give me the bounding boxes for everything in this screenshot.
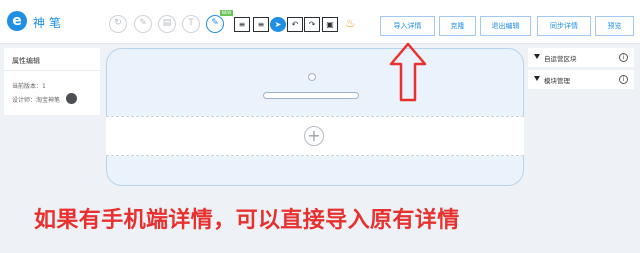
top-toolbar: e 神笔 ↻ ✎ ▤ T ✎ NEW ≡ ≡ ➤ ↶ ↷ ▣ ♨ 导入详情 克隆…: [0, 0, 640, 44]
clone-button[interactable]: 克隆: [439, 16, 476, 36]
phone-speaker: [263, 92, 359, 99]
import-details-button[interactable]: 导入详情: [380, 16, 435, 36]
preview-button[interactable]: 预览: [595, 16, 634, 36]
sync-details-button[interactable]: 同步详情: [537, 16, 591, 36]
layout-circle-icon[interactable]: ▤: [158, 15, 176, 33]
properties-panel: 属性编辑 当前版本：1 设计师：淘宝神笔: [4, 48, 100, 115]
annotation-caption: 如果有手机端详情，可以直接导入原有详情: [34, 208, 460, 233]
info-icon[interactable]: i: [619, 53, 628, 62]
divider: [4, 70, 100, 71]
bell-icon[interactable]: ♨: [345, 16, 356, 30]
exit-edit-button[interactable]: 退出编辑: [480, 16, 531, 36]
add-module-icon[interactable]: +: [304, 126, 324, 146]
pen-circle-icon[interactable]: ✎: [206, 15, 224, 33]
compass-icon[interactable]: ➤: [270, 17, 286, 32]
new-badge: NEW: [220, 10, 233, 16]
module-management-label: 模块管理: [544, 77, 570, 85]
brand-name: 神笔: [33, 16, 66, 30]
redo-icon[interactable]: ↷: [304, 17, 320, 32]
edit-circle-icon[interactable]: ✎: [134, 15, 152, 33]
align-icon[interactable]: ≡: [234, 17, 250, 32]
save-icon[interactable]: ▣: [322, 17, 338, 32]
undo-circle-icon[interactable]: ↻: [109, 15, 127, 33]
chevron-down-icon: [534, 54, 540, 59]
app-logo: e: [7, 11, 27, 31]
self-operated-block-item[interactable]: 自运营区块 i: [528, 48, 634, 67]
version-label: 当前版本：1: [12, 83, 46, 90]
chevron-down-icon: [534, 76, 540, 81]
self-operated-block-label: 自运营区块: [544, 55, 577, 63]
red-up-arrow: [389, 42, 427, 102]
align-bottom-icon[interactable]: ≡: [253, 17, 269, 32]
undo-icon[interactable]: ↶: [287, 17, 303, 32]
avatar[interactable]: [66, 93, 77, 104]
info-icon[interactable]: i: [619, 75, 628, 84]
properties-title: 属性编辑: [12, 57, 40, 65]
designer-label: 设计师：淘宝神笔: [12, 97, 61, 104]
phone-camera: [308, 73, 316, 81]
module-management-item[interactable]: 模块管理 i: [528, 70, 634, 89]
text-circle-icon[interactable]: T: [182, 15, 200, 33]
